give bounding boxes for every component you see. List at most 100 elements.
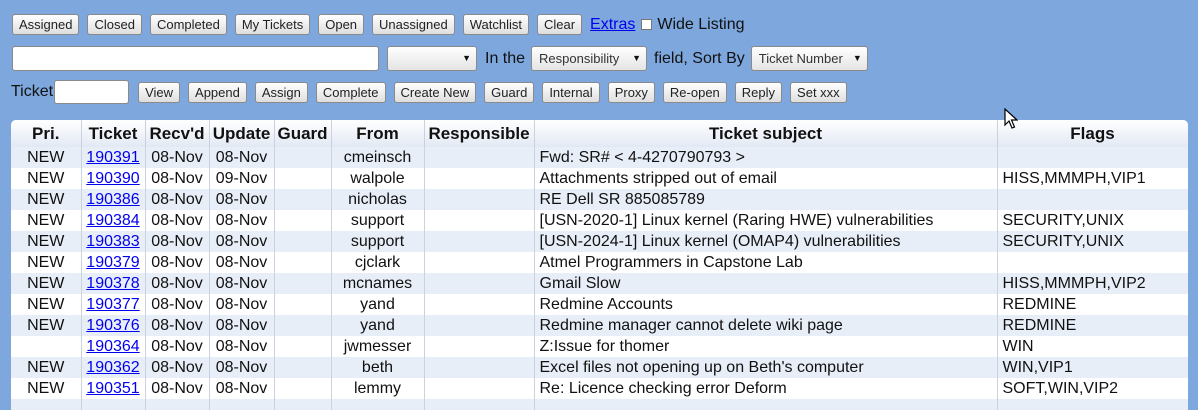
- table-cell: 08-Nov: [209, 336, 275, 357]
- table-cell: SECURITY,UNIX: [997, 231, 1188, 252]
- table-cell: [274, 231, 332, 252]
- table-cell: 08-Nov: [209, 273, 275, 294]
- column-header[interactable]: Flags: [997, 120, 1188, 147]
- table-cell: 08-Nov: [209, 147, 275, 168]
- ticket-action-button-0[interactable]: View: [138, 81, 181, 103]
- table-cell: 08-Nov: [145, 378, 210, 399]
- ticket-link[interactable]: 190390: [86, 170, 139, 187]
- table-cell: 08-Nov: [209, 378, 275, 399]
- ticket-action-button-10[interactable]: Set xxx: [790, 81, 847, 103]
- filter-button-6[interactable]: Watchlist: [462, 14, 529, 35]
- table-cell: jwmesser: [331, 336, 425, 357]
- table-cell: [81, 399, 146, 410]
- table-row[interactable]: NEW 190376 08-Nov 08-Nov yand Redmine manager…: [11, 315, 1188, 336]
- table-cell: 190377: [81, 294, 146, 315]
- table-cell: 190376: [81, 315, 146, 336]
- ticket-link[interactable]: 190377: [86, 296, 139, 313]
- ticket-action-button-5[interactable]: Guard: [484, 81, 535, 103]
- column-header[interactable]: Guard: [274, 120, 332, 147]
- ticket-link[interactable]: 190376: [86, 317, 139, 334]
- ticket-action-button-9[interactable]: Reply: [734, 81, 783, 103]
- filter-button-2[interactable]: Completed: [149, 14, 227, 35]
- wide-listing-checkbox[interactable]: [641, 19, 653, 30]
- table-row[interactable]: NEW 190378 08-Nov 08-Nov mcnames Gmail Slow HI…: [11, 273, 1188, 294]
- table-cell: 08-Nov: [209, 210, 275, 231]
- table-cell: mcnames: [331, 273, 425, 294]
- ticket-link[interactable]: 190384: [86, 212, 139, 229]
- table-row[interactable]: [11, 399, 1188, 410]
- table-cell: walpole: [331, 168, 425, 189]
- table-row[interactable]: NEW 190379 08-Nov 08-Nov cjclark Atmel Progra…: [11, 252, 1188, 273]
- table-row[interactable]: NEW 190377 08-Nov 08-Nov yand Redmine Account…: [11, 294, 1188, 315]
- filter-button-5[interactable]: Unassigned: [372, 14, 455, 35]
- table-cell: SECURITY,UNIX: [997, 210, 1188, 231]
- ticket-link[interactable]: 190378: [86, 275, 139, 292]
- table-cell: Gmail Slow: [534, 273, 998, 294]
- column-header[interactable]: Update: [209, 120, 275, 147]
- table-row[interactable]: NEW 190390 08-Nov 09-Nov walpole Attachments …: [11, 168, 1188, 189]
- column-header[interactable]: Pri.: [11, 120, 82, 147]
- table-cell: RE Dell SR 885085789: [534, 189, 998, 210]
- search-mode-select[interactable]: ▼: [387, 46, 477, 71]
- column-header[interactable]: Responsible: [424, 120, 535, 147]
- ticket-link[interactable]: 190391: [86, 149, 139, 166]
- ticket-link[interactable]: 190362: [86, 359, 139, 376]
- column-header[interactable]: Ticket: [81, 120, 146, 147]
- ticket-link[interactable]: 190351: [86, 380, 139, 397]
- table-row[interactable]: NEW 190386 08-Nov 08-Nov nicholas RE Dell SR …: [11, 189, 1188, 210]
- table-cell: [424, 294, 535, 315]
- table-cell: 08-Nov: [209, 252, 275, 273]
- ticket-action-button-4[interactable]: Create New: [393, 81, 477, 103]
- table-cell: [997, 189, 1188, 210]
- column-header[interactable]: From: [331, 120, 425, 147]
- table-cell: 190351: [81, 378, 146, 399]
- ticket-action-button-8[interactable]: Re-open: [662, 81, 727, 103]
- sort-select[interactable]: Ticket Number ▼: [750, 46, 868, 71]
- ticket-number-input[interactable]: [54, 80, 130, 104]
- table-row[interactable]: NEW 190384 08-Nov 08-Nov support [USN-2020-1]…: [11, 210, 1188, 231]
- table-cell: beth: [331, 357, 425, 378]
- table-row[interactable]: NEW 190362 08-Nov 08-Nov beth Excel files not…: [11, 357, 1188, 378]
- table-cell: NEW: [11, 294, 82, 315]
- ticket-link[interactable]: 190386: [86, 191, 139, 208]
- table-row[interactable]: NEW 190383 08-Nov 08-Nov support [USN-2024-1]…: [11, 231, 1188, 252]
- ticket-action-button-1[interactable]: Append: [188, 81, 247, 103]
- column-header[interactable]: Ticket subject: [534, 120, 998, 147]
- extras-link[interactable]: Extras: [590, 16, 635, 34]
- table-cell: [424, 147, 535, 168]
- table-row[interactable]: NEW 190391 08-Nov 08-Nov cmeinsch Fwd: SR# < …: [11, 147, 1188, 168]
- field-select[interactable]: Responsibility ▼: [531, 46, 648, 71]
- ticket-action-button-2[interactable]: Assign: [254, 81, 308, 103]
- table-cell: Z:Issue for thomer: [534, 336, 998, 357]
- table-cell: HISS,MMMPH,VIP2: [997, 273, 1188, 294]
- table-cell: [274, 273, 332, 294]
- ticket-link[interactable]: 190383: [86, 233, 139, 250]
- table-cell: 190383: [81, 231, 146, 252]
- table-cell: [274, 378, 332, 399]
- ticket-link[interactable]: 190379: [86, 254, 139, 271]
- table-cell: cjclark: [331, 252, 425, 273]
- search-input[interactable]: [12, 46, 379, 71]
- table-cell: [274, 315, 332, 336]
- ticket-action-button-7[interactable]: Proxy: [607, 81, 655, 103]
- table-cell: [274, 252, 332, 273]
- filter-button-0[interactable]: Assigned: [12, 14, 80, 35]
- table-cell: NEW: [11, 210, 82, 231]
- ticket-table-container: Pri. Ticket Recv'd Update Guard From Responsib…: [11, 120, 1188, 410]
- filter-button-7[interactable]: Clear: [536, 14, 583, 35]
- ticket-action-button-6[interactable]: Internal: [542, 81, 600, 103]
- column-header[interactable]: Recv'd: [145, 120, 210, 147]
- table-cell: Attachments stripped out of email: [534, 168, 998, 189]
- filter-button-3[interactable]: My Tickets: [234, 14, 311, 35]
- table-cell: [534, 399, 998, 410]
- table-row[interactable]: NEW 190351 08-Nov 08-Nov lemmy Re: Licence ch…: [11, 378, 1188, 399]
- table-cell: Atmel Programmers in Capstone Lab: [534, 252, 998, 273]
- table-cell: [997, 147, 1188, 168]
- ticket-link[interactable]: 190364: [86, 338, 139, 355]
- filter-button-1[interactable]: Closed: [87, 14, 142, 35]
- table-cell: [424, 252, 535, 273]
- table-row[interactable]: 190364 08-Nov 08-Nov jwmesser Z:Issue for th…: [11, 336, 1188, 357]
- filter-button-4[interactable]: Open: [318, 14, 365, 35]
- ticket-action-button-3[interactable]: Complete: [315, 81, 386, 103]
- search-bar: ▼ In the Responsibility ▼ field, Sort By…: [12, 46, 868, 71]
